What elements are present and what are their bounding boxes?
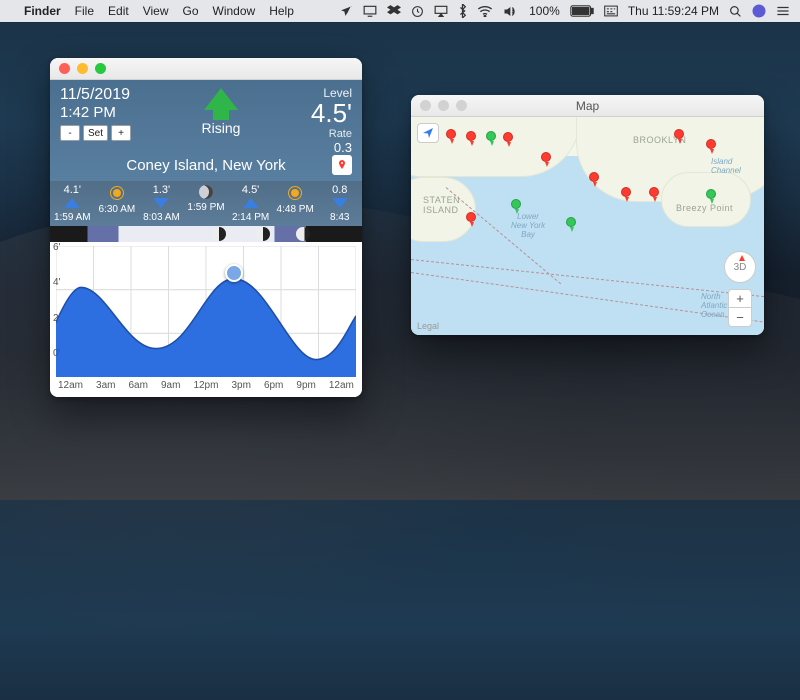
tide-curve bbox=[56, 246, 356, 377]
map-pin[interactable] bbox=[541, 152, 551, 162]
sunset-icon bbox=[288, 186, 302, 200]
window-minimize-button[interactable] bbox=[438, 100, 449, 111]
tide-high-icon bbox=[243, 198, 259, 208]
window-close-button[interactable] bbox=[59, 63, 70, 74]
tide-event: 0.8 8:43 bbox=[317, 184, 362, 223]
macos-menu-bar: Finder File Edit View Go Window Help 100… bbox=[0, 0, 800, 22]
window-close-button[interactable] bbox=[420, 100, 431, 111]
bluetooth-icon[interactable] bbox=[458, 4, 467, 18]
dropbox-icon[interactable] bbox=[387, 5, 401, 18]
telegram-icon[interactable] bbox=[340, 5, 353, 18]
map-pin[interactable] bbox=[589, 172, 599, 182]
moon-phase-icon bbox=[296, 227, 310, 241]
map-pin[interactable] bbox=[503, 132, 513, 142]
tide-event: 4:48 PM bbox=[273, 184, 318, 223]
tide-direction-arrow-up-icon bbox=[204, 88, 238, 110]
zoom-in-button[interactable]: + bbox=[729, 290, 751, 308]
map-pin[interactable] bbox=[466, 131, 476, 141]
map-label: STATEN ISLAND bbox=[423, 195, 460, 215]
zoom-out-button[interactable]: − bbox=[729, 308, 751, 326]
tide-app-window: 11/5/2019 1:42 PM - Set + Rising Level 4… bbox=[50, 58, 362, 397]
tide-status: Rising bbox=[131, 120, 311, 136]
display-icon[interactable] bbox=[363, 5, 377, 17]
menu-help[interactable]: Help bbox=[269, 4, 294, 18]
menu-clock[interactable]: Thu 11:59:24 PM bbox=[628, 4, 719, 18]
rate-value: 0.3 bbox=[311, 140, 352, 155]
titlebar[interactable]: Map bbox=[411, 95, 764, 117]
map-pin[interactable] bbox=[649, 187, 659, 197]
map-pin[interactable] bbox=[706, 139, 716, 149]
date-minus-button[interactable]: - bbox=[60, 125, 80, 141]
tide-event: 4.5' 2:14 PM bbox=[228, 184, 273, 223]
tide-low-icon bbox=[332, 198, 348, 208]
map-pin[interactable] bbox=[466, 212, 476, 222]
siri-icon[interactable] bbox=[752, 4, 766, 18]
map-label: Island Channel bbox=[711, 157, 741, 175]
menu-window[interactable]: Window bbox=[213, 4, 256, 18]
app-name[interactable]: Finder bbox=[24, 4, 61, 18]
spotlight-icon[interactable] bbox=[729, 5, 742, 18]
volume-icon[interactable] bbox=[503, 5, 519, 18]
date-plus-button[interactable]: + bbox=[111, 125, 131, 141]
window-zoom-button[interactable] bbox=[456, 100, 467, 111]
map-pin[interactable] bbox=[566, 217, 576, 227]
tide-time: 1:42 PM bbox=[60, 104, 131, 121]
map-label: Lower New York Bay bbox=[511, 212, 545, 239]
moon-phase-icon bbox=[256, 227, 270, 241]
map-pin[interactable] bbox=[621, 187, 631, 197]
window-zoom-button[interactable] bbox=[95, 63, 106, 74]
map-pin[interactable] bbox=[511, 199, 521, 209]
map-legal-link[interactable]: Legal bbox=[417, 321, 439, 331]
tide-event: 1:59 PM bbox=[184, 184, 229, 223]
rate-label: Rate bbox=[311, 128, 352, 140]
tide-low-icon bbox=[153, 198, 169, 208]
compass-3d-button[interactable]: 3D bbox=[724, 251, 756, 283]
map-window: Map BROOKLYN STATEN ISLAND Breezy Point … bbox=[411, 95, 764, 335]
menu-file[interactable]: File bbox=[75, 4, 94, 18]
y-axis: 6'4' 2'0' bbox=[53, 242, 60, 359]
map-pin[interactable] bbox=[674, 129, 684, 139]
menu-go[interactable]: Go bbox=[183, 4, 199, 18]
day-night-bar bbox=[50, 226, 362, 242]
menu-edit[interactable]: Edit bbox=[108, 4, 129, 18]
moon-phase-icon bbox=[212, 227, 226, 241]
user-location-button[interactable] bbox=[417, 123, 439, 143]
window-minimize-button[interactable] bbox=[77, 63, 88, 74]
tide-event: 6:30 AM bbox=[95, 184, 140, 223]
notification-center-icon[interactable] bbox=[776, 5, 790, 17]
map-pin[interactable] bbox=[706, 189, 716, 199]
tide-date: 11/5/2019 bbox=[60, 86, 131, 104]
tide-events-row[interactable]: 4.1' 1:59 AM 6:30 AM 1.3' 8:03 AM 1:59 P… bbox=[50, 181, 362, 226]
tide-event: 4.1' 1:59 AM bbox=[50, 184, 95, 223]
x-axis: 12am3am 6am9am 12pm3pm 6pm9pm 12am bbox=[50, 377, 362, 397]
battery-icon[interactable] bbox=[570, 5, 594, 17]
current-time-marker[interactable] bbox=[225, 264, 243, 282]
level-label: Level bbox=[311, 86, 352, 100]
location-picker-button[interactable] bbox=[332, 155, 352, 175]
wifi-icon[interactable] bbox=[477, 5, 493, 17]
airplay-icon[interactable] bbox=[434, 5, 448, 17]
input-icon[interactable] bbox=[604, 5, 618, 17]
map-pin[interactable] bbox=[486, 131, 496, 141]
titlebar[interactable] bbox=[50, 58, 362, 80]
map-pin[interactable] bbox=[446, 129, 456, 139]
tide-high-icon bbox=[64, 198, 80, 208]
sunrise-icon bbox=[110, 186, 124, 200]
map-canvas[interactable]: BROOKLYN STATEN ISLAND Breezy Point Lowe… bbox=[411, 117, 764, 335]
menu-view[interactable]: View bbox=[143, 4, 169, 18]
location-name: Coney Island, New York bbox=[126, 157, 285, 174]
level-value: 4.5' bbox=[311, 100, 352, 126]
tide-chart[interactable]: 6'4' 2'0' 12am3am 6am9am bbox=[50, 226, 362, 397]
timemachine-icon[interactable] bbox=[411, 5, 424, 18]
volume-percent: 100% bbox=[529, 4, 560, 18]
tide-event: 1.3' 8:03 AM bbox=[139, 184, 184, 223]
map-label: Breezy Point bbox=[676, 203, 733, 213]
moonrise-icon bbox=[199, 185, 213, 199]
date-set-button[interactable]: Set bbox=[83, 125, 108, 141]
